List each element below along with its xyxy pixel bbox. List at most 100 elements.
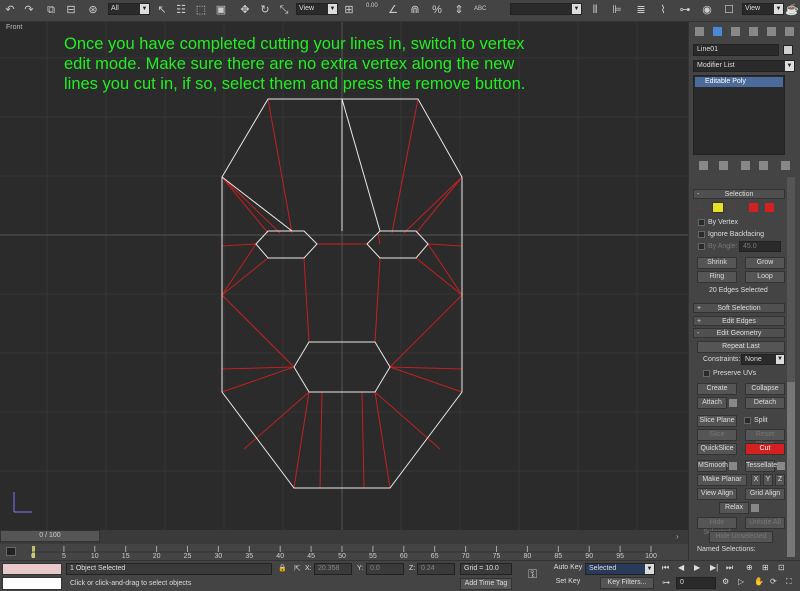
edit-edges-rollout-header[interactable]: + Edit Edges: [693, 316, 785, 326]
edit-geometry-rollout-header[interactable]: - Edit Geometry: [693, 328, 785, 338]
field-of-view-icon[interactable]: ▷: [738, 577, 744, 586]
maximize-viewport-icon[interactable]: ⛶: [786, 577, 792, 587]
render-icon[interactable]: ☕: [785, 3, 799, 18]
rotate-icon[interactable]: ↻: [258, 3, 272, 18]
unhide-all-button[interactable]: Unhide All: [745, 517, 785, 529]
move-icon[interactable]: ✥: [238, 3, 252, 18]
unlink-icon[interactable]: ⊟: [64, 3, 78, 18]
maxscript-listener-bottom[interactable]: [2, 577, 62, 590]
reset-plane-button[interactable]: Reset Plane: [745, 429, 785, 448]
curve-editor-icon[interactable]: ⌇: [656, 3, 670, 18]
reference-coordinate-dropdown[interactable]: View ▼: [296, 3, 338, 15]
schematic-view-icon[interactable]: ⊶: [678, 3, 692, 18]
selection-rollout-header[interactable]: - Selection: [693, 189, 785, 199]
hide-selected-button[interactable]: Hide Selected: [697, 517, 737, 536]
front-viewport[interactable]: Front Once you have completed cutting yo…: [0, 22, 688, 530]
soft-selection-rollout-header[interactable]: + Soft Selection: [693, 303, 785, 313]
percent-snap-icon[interactable]: %: [430, 3, 444, 18]
time-config-icon[interactable]: ⚙: [722, 577, 729, 586]
shrink-button[interactable]: Shrink: [697, 257, 737, 269]
msmooth-settings-icon[interactable]: [729, 462, 737, 470]
y-coordinate-field[interactable]: 0.0: [366, 563, 404, 575]
selection-filter-dropdown[interactable]: All ▼: [108, 3, 150, 15]
pan-icon[interactable]: ✋: [754, 577, 764, 586]
display-tab-icon[interactable]: [767, 27, 776, 36]
object-name-field[interactable]: Line01: [693, 44, 779, 56]
select-by-name-icon[interactable]: ☷: [174, 3, 188, 18]
make-planar-button[interactable]: Make Planar: [697, 474, 747, 486]
repeat-last-button[interactable]: Repeat Last: [697, 341, 785, 353]
time-slider-track[interactable]: [0, 530, 688, 544]
split-checkbox[interactable]: [744, 417, 751, 424]
ring-button[interactable]: Ring: [697, 271, 737, 283]
spinner-snap-icon[interactable]: ⇕: [452, 3, 466, 18]
zoom-icon[interactable]: ⊕: [746, 563, 753, 572]
slice-button[interactable]: Slice: [697, 429, 737, 441]
relax-button[interactable]: Relax: [719, 502, 749, 514]
view-align-button[interactable]: View Align: [697, 488, 737, 500]
hide-unselected-button[interactable]: Hide Unselected: [709, 531, 773, 543]
remove-modifier-icon[interactable]: [759, 161, 768, 170]
planar-x-button[interactable]: X: [751, 474, 761, 486]
go-to-start-icon[interactable]: ⏮: [662, 563, 669, 573]
add-time-tag-button[interactable]: Add Time Tag: [460, 578, 512, 590]
grow-button[interactable]: Grow: [745, 257, 785, 269]
configure-modifier-sets-icon[interactable]: [781, 161, 790, 170]
render-setup-icon[interactable]: ☐: [722, 3, 736, 18]
border-mode-icon[interactable]: ◌: [730, 203, 739, 212]
bind-space-warp-icon[interactable]: ⊛: [86, 3, 100, 18]
set-key-button[interactable]: Set Key: [553, 577, 583, 589]
grid-align-button[interactable]: Grid Align: [745, 488, 785, 500]
x-coordinate-field[interactable]: 20.358: [314, 563, 352, 575]
planar-y-button[interactable]: Y: [763, 474, 773, 486]
render-type-dropdown[interactable]: View ▼: [742, 3, 784, 15]
collapse-button[interactable]: Collapse: [745, 383, 785, 395]
polygon-mode-icon[interactable]: [749, 203, 758, 212]
vertex-mode-icon[interactable]: ∴: [697, 203, 706, 212]
scale-icon[interactable]: ⤡: [277, 3, 291, 18]
object-color-swatch[interactable]: [783, 45, 793, 55]
loop-button[interactable]: Loop: [745, 271, 785, 283]
key-mode-dropdown[interactable]: Selected ▼: [585, 563, 655, 575]
tessellate-settings-icon[interactable]: [777, 462, 785, 470]
key-filters-button[interactable]: Key Filters...: [600, 577, 654, 589]
hierarchy-tab-icon[interactable]: [731, 27, 740, 36]
go-to-end-icon[interactable]: ⏭: [726, 563, 733, 573]
next-frame-icon[interactable]: ▶|: [710, 563, 718, 572]
by-vertex-checkbox[interactable]: [698, 219, 705, 226]
select-object-icon[interactable]: ↖: [155, 3, 169, 18]
orbit-icon[interactable]: ⟳: [770, 577, 777, 586]
angle-snap-icon[interactable]: ∠: [386, 3, 400, 18]
utilities-tab-icon[interactable]: [785, 27, 794, 36]
preserve-uvs-checkbox[interactable]: [703, 370, 710, 377]
z-coordinate-field[interactable]: 0.24: [417, 563, 455, 575]
set-key-icon[interactable]: ⚿: [528, 567, 537, 582]
constraints-dropdown[interactable]: None ▼: [741, 354, 785, 365]
show-end-result-icon[interactable]: [719, 161, 728, 170]
layer-manager-icon[interactable]: ≣: [634, 3, 648, 18]
track-bar[interactable]: 0 5 10 15 20 25 30 35 40 45 50 55 60 65 70 75 80 85 90 95 10…: [0, 544, 688, 560]
current-frame-field[interactable]: 0: [676, 577, 716, 589]
cut-button[interactable]: Cut: [745, 443, 785, 455]
create-button[interactable]: Create: [697, 383, 737, 395]
slice-plane-button[interactable]: Slice Plane: [697, 415, 737, 427]
make-unique-icon[interactable]: [741, 161, 750, 170]
undo-icon[interactable]: ↶: [3, 3, 17, 18]
angle-field[interactable]: 45.0: [739, 241, 781, 252]
align-icon[interactable]: ⊫: [610, 3, 624, 18]
zoom-extents-icon[interactable]: ⊡: [778, 563, 785, 572]
redo-icon[interactable]: ↷: [22, 3, 36, 18]
attach-settings-icon[interactable]: [729, 399, 737, 407]
viewport-label[interactable]: Front: [6, 24, 22, 31]
edit-named-selections-label[interactable]: ABC: [474, 6, 486, 12]
ignore-backfacing-checkbox[interactable]: [698, 231, 705, 238]
pivot-point-icon[interactable]: ⊞: [342, 3, 356, 18]
tessellate-button[interactable]: Tessellate: [745, 460, 777, 472]
panel-scrollbar-thumb[interactable]: [787, 382, 795, 557]
zoom-all-icon[interactable]: ⊞: [762, 563, 769, 572]
absolute-mode-icon[interactable]: ⇱: [294, 564, 301, 573]
rectangular-selection-icon[interactable]: ⬚: [194, 3, 208, 18]
time-slider-thumb[interactable]: 0 / 100: [0, 530, 100, 542]
by-angle-checkbox[interactable]: [698, 243, 705, 250]
link-icon[interactable]: ⧉: [44, 3, 58, 18]
